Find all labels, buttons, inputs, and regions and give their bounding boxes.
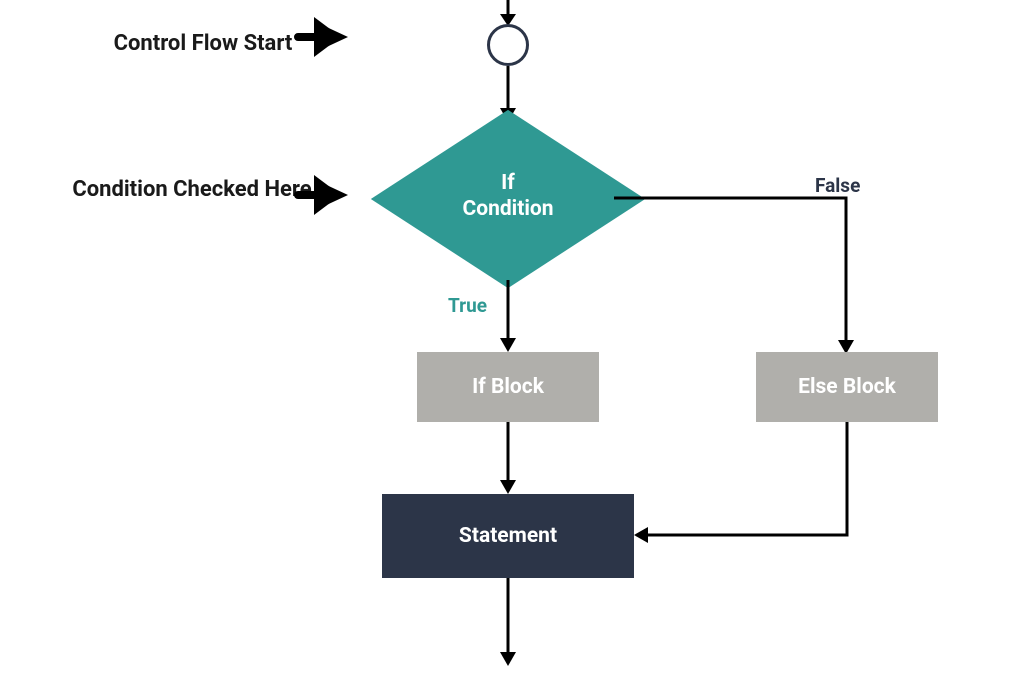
arrow-icon (296, 180, 356, 210)
start-node (487, 24, 529, 66)
entry-flow-arrow (496, 0, 520, 26)
true-branch-label: True (448, 294, 487, 317)
decision-line2: Condition (462, 197, 553, 221)
if-to-statement-arrow (496, 422, 520, 494)
decision-node: If Condition (398, 114, 618, 284)
decision-line1: If (501, 171, 515, 195)
if-block-node: If Block (417, 352, 599, 422)
condition-checked-label: Condition Checked Here (64, 176, 320, 205)
decision-text: If Condition (398, 170, 618, 223)
true-branch-arrow (496, 280, 520, 352)
arrow-icon (296, 22, 356, 52)
exit-flow-arrow (496, 578, 520, 666)
false-branch-arrow (614, 190, 862, 360)
control-flow-start-label: Control Flow Start (88, 30, 318, 59)
else-to-statement-arrow (630, 422, 860, 546)
else-block-node: Else Block (756, 352, 938, 422)
statement-node: Statement (382, 494, 634, 578)
